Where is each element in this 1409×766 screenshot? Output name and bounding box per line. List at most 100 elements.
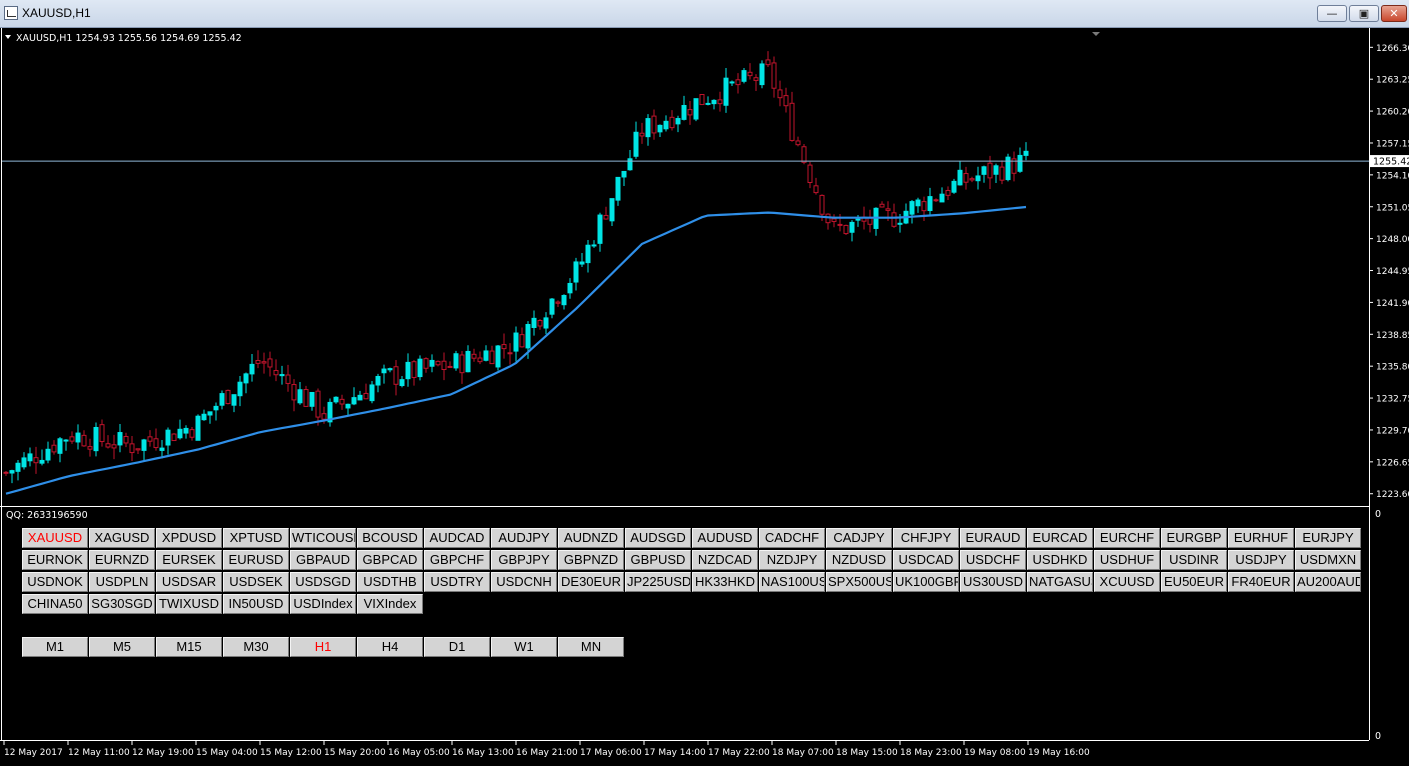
symbol-button-xptusd[interactable]: XPTUSD xyxy=(223,528,289,548)
symbol-button-xagusd[interactable]: XAGUSD xyxy=(89,528,155,548)
symbol-button-china50[interactable]: CHINA50 xyxy=(22,594,88,614)
symbol-button-sg30sgd[interactable]: SG30SGD xyxy=(89,594,155,614)
symbol-button-xpdusd[interactable]: XPDUSD xyxy=(156,528,222,548)
symbol-button-usdhuf[interactable]: USDHUF xyxy=(1094,550,1160,570)
chart-window[interactable]: XAUUSD,H1 1254.93 1255.56 1254.69 1255.4… xyxy=(0,28,1409,766)
symbol-button-gbpaud[interactable]: GBPAUD xyxy=(290,550,356,570)
symbol-button-eu50eur[interactable]: EU50EUR xyxy=(1161,572,1227,592)
symbol-button-audcad[interactable]: AUDCAD xyxy=(424,528,490,548)
symbol-button-xcuusd[interactable]: XCUUSD xyxy=(1094,572,1160,592)
symbol-button-usdsar[interactable]: USDSAR xyxy=(156,572,222,592)
symbol-button-cadchf[interactable]: CADCHF xyxy=(759,528,825,548)
symbol-button-hk33hkd[interactable]: HK33HKD xyxy=(692,572,758,592)
symbol-button-fr40eur[interactable]: FR40EUR xyxy=(1228,572,1294,592)
symbol-button-usdindex[interactable]: USDIndex xyxy=(290,594,356,614)
symbol-button-jp225usd[interactable]: JP225USD xyxy=(625,572,691,592)
symbol-button-nas100usd[interactable]: NAS100USD xyxy=(759,572,825,592)
symbol-button-audjpy[interactable]: AUDJPY xyxy=(491,528,557,548)
timeframe-button-h4[interactable]: H4 xyxy=(357,637,423,657)
symbol-button-usdcad[interactable]: USDCAD xyxy=(893,550,959,570)
candle-bull xyxy=(627,158,633,171)
symbol-button-usdjpy[interactable]: USDJPY xyxy=(1228,550,1294,570)
candle-bull xyxy=(591,244,597,247)
symbol-button-spx500usd[interactable]: SPX500USD xyxy=(826,572,892,592)
candle-bear xyxy=(669,116,675,129)
symbol-button-natgasusd[interactable]: NATGASUSD xyxy=(1027,572,1093,592)
symbol-button-chfjpy[interactable]: CHFJPY xyxy=(893,528,959,548)
symbol-button-gbpchf[interactable]: GBPCHF xyxy=(424,550,490,570)
candle-bear xyxy=(921,201,927,212)
symbol-button-in50usd[interactable]: IN50USD xyxy=(223,594,289,614)
symbol-button-usdsgd[interactable]: USDSGD xyxy=(290,572,356,592)
symbol-button-bcousd[interactable]: BCOUSD xyxy=(357,528,423,548)
close-button[interactable]: ✕ xyxy=(1381,5,1407,22)
symbol-button-de30eur[interactable]: DE30EUR xyxy=(558,572,624,592)
symbol-button-nzdusd[interactable]: NZDUSD xyxy=(826,550,892,570)
candle-bull xyxy=(849,221,855,233)
symbol-button-gbpnzd[interactable]: GBPNZD xyxy=(558,550,624,570)
symbol-button-audusd[interactable]: AUDUSD xyxy=(692,528,758,548)
candle-bull xyxy=(729,81,735,84)
chart-menu-triangle-icon[interactable] xyxy=(5,35,11,39)
symbol-button-usdinr[interactable]: USDINR xyxy=(1161,550,1227,570)
timeframe-button-d1[interactable]: D1 xyxy=(424,637,490,657)
symbol-button-gbpjpy[interactable]: GBPJPY xyxy=(491,550,557,570)
symbol-button-eurcad[interactable]: EURCAD xyxy=(1027,528,1093,548)
symbol-button-eurnzd[interactable]: EURNZD xyxy=(89,550,155,570)
symbol-button-gbpusd[interactable]: GBPUSD xyxy=(625,550,691,570)
symbol-button-au200aud[interactable]: AU200AUD xyxy=(1295,572,1361,592)
candle-bull xyxy=(633,131,639,157)
symbol-button-usdtry[interactable]: USDTRY xyxy=(424,572,490,592)
candle-bear xyxy=(687,109,693,116)
timeframe-button-h1[interactable]: H1 xyxy=(290,637,356,657)
indicator-axis-top: 0 xyxy=(1375,509,1381,520)
symbol-button-wticousd[interactable]: WTICOUSD xyxy=(290,528,356,548)
symbol-button-euraud[interactable]: EURAUD xyxy=(960,528,1026,548)
symbol-button-usdpln[interactable]: USDPLN xyxy=(89,572,155,592)
candle-bull xyxy=(927,196,933,212)
candle-bear xyxy=(339,398,345,405)
symbol-button-vixindex[interactable]: VIXIndex xyxy=(357,594,423,614)
timeframe-button-m30[interactable]: M30 xyxy=(223,637,289,657)
symbol-button-eursek[interactable]: EURSEK xyxy=(156,550,222,570)
symbol-button-us30usd[interactable]: US30USD xyxy=(960,572,1026,592)
symbol-button-xauusd[interactable]: XAUUSD xyxy=(22,528,88,548)
symbol-button-eurhuf[interactable]: EURHUF xyxy=(1228,528,1294,548)
restore-button[interactable]: ▣ xyxy=(1349,5,1379,22)
current-price-label: 1255.42 xyxy=(1373,157,1409,168)
symbol-button-nzdcad[interactable]: NZDCAD xyxy=(692,550,758,570)
price-tick-label: 1257.15 xyxy=(1376,139,1409,149)
symbol-button-nzdjpy[interactable]: NZDJPY xyxy=(759,550,825,570)
symbol-button-cadjpy[interactable]: CADJPY xyxy=(826,528,892,548)
symbol-button-twixusd[interactable]: TWIXUSD xyxy=(156,594,222,614)
symbol-button-eurnok[interactable]: EURNOK xyxy=(22,550,88,570)
symbol-button-audsgd[interactable]: AUDSGD xyxy=(625,528,691,548)
timeframe-button-mn[interactable]: MN xyxy=(558,637,624,657)
time-tick-label: 16 May 13:00 xyxy=(452,748,514,758)
symbol-button-usdsek[interactable]: USDSEK xyxy=(223,572,289,592)
symbol-button-usdnok[interactable]: USDNOK xyxy=(22,572,88,592)
candle-bear xyxy=(303,389,309,407)
timeframe-button-m5[interactable]: M5 xyxy=(89,637,155,657)
symbol-button-audnzd[interactable]: AUDNZD xyxy=(558,528,624,548)
symbol-button-usdcnh[interactable]: USDCNH xyxy=(491,572,557,592)
timeframe-button-m15[interactable]: M15 xyxy=(156,637,222,657)
symbol-button-gbpcad[interactable]: GBPCAD xyxy=(357,550,423,570)
symbol-button-eurchf[interactable]: EURCHF xyxy=(1094,528,1160,548)
timeframe-button-m1[interactable]: M1 xyxy=(22,637,88,657)
chart-shift-marker-icon[interactable] xyxy=(1092,32,1100,36)
candle-bear xyxy=(885,208,891,211)
symbol-button-usdhkd[interactable]: USDHKD xyxy=(1027,550,1093,570)
symbol-button-uk100gbp[interactable]: UK100GBP xyxy=(893,572,959,592)
minimize-button[interactable]: — xyxy=(1317,5,1347,22)
symbol-button-usdthb[interactable]: USDTHB xyxy=(357,572,423,592)
candle-bear xyxy=(735,79,741,86)
symbol-button-eurjpy[interactable]: EURJPY xyxy=(1295,528,1361,548)
candle-bear xyxy=(363,392,369,400)
symbol-button-eurusd[interactable]: EURUSD xyxy=(223,550,289,570)
symbol-button-usdmxn[interactable]: USDMXN xyxy=(1295,550,1361,570)
candle-bull xyxy=(525,324,531,349)
symbol-button-eurgbp[interactable]: EURGBP xyxy=(1161,528,1227,548)
symbol-button-usdchf[interactable]: USDCHF xyxy=(960,550,1026,570)
timeframe-button-w1[interactable]: W1 xyxy=(491,637,557,657)
